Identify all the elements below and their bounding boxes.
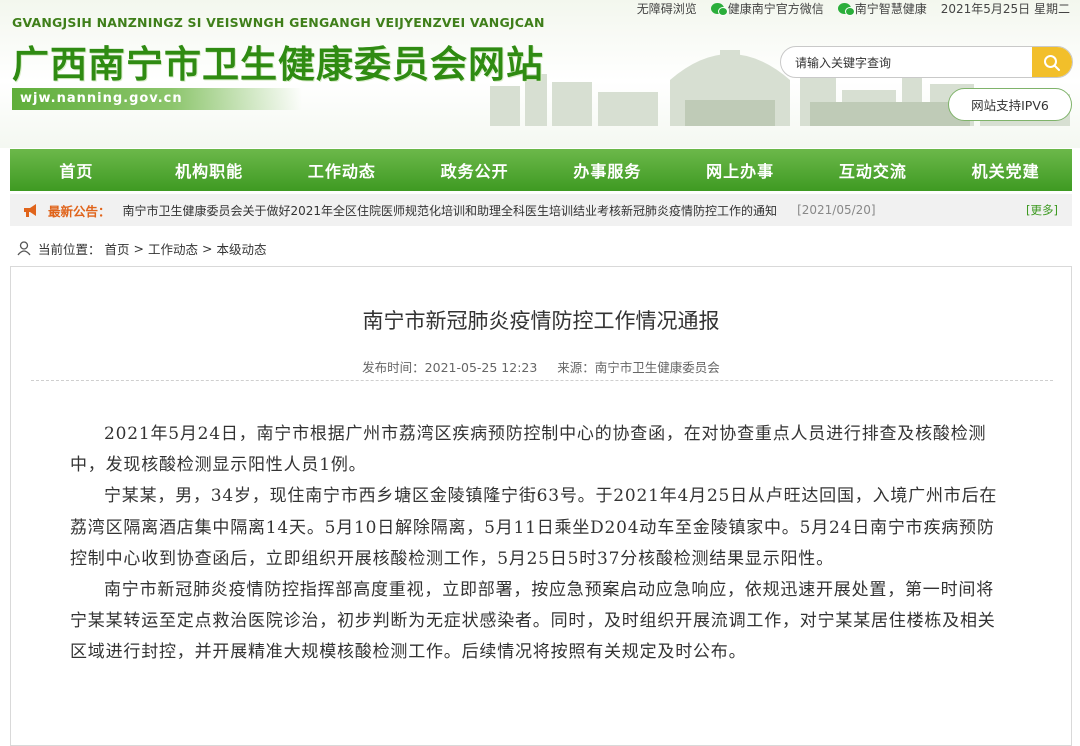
- site-logo-title[interactable]: 广西南宁市卫生健康委员会网站: [12, 34, 544, 88]
- nav-item-org-functions[interactable]: 机构职能: [143, 149, 276, 191]
- site-domain: wjw.nanning.gov.cn: [20, 91, 183, 106]
- nav-item-party-building[interactable]: 机关党建: [939, 149, 1072, 191]
- article-paragraph: 宁某某，男，34岁，现住南宁市西乡塘区金陵镇隆宁街63号。于2021年4月25日…: [70, 486, 998, 569]
- nav-item-home[interactable]: 首页: [10, 149, 143, 191]
- wechat-icon: [837, 2, 855, 16]
- breadcrumb: 当前位置： 首页 > 工作动态 > 本级动态: [16, 238, 271, 258]
- notice-bar: 最新公告： 南宁市卫生健康委员会关于做好2021年全区住院医师规范化培训和助理全…: [10, 194, 1072, 226]
- wechat-smart-label: 南宁智慧健康: [854, 1, 927, 16]
- article-title: 南宁市新冠肺炎疫情防控工作情况通报: [362, 309, 720, 333]
- publish-time: 发布时间：2021-05-25 12:23: [362, 360, 538, 375]
- user-location-icon: [17, 241, 31, 256]
- notice-label: 最新公告：: [48, 203, 111, 219]
- breadcrumb-home[interactable]: 首页: [105, 239, 130, 258]
- search-box: [780, 46, 1073, 78]
- article-body: 2021年5月24日，南宁市根据广州市荔湾区疾病预防控制中心的协查函，在对协查重…: [70, 419, 1010, 669]
- nav-item-gov-affairs[interactable]: 政务公开: [408, 149, 541, 191]
- site-header: 无障碍浏览 健康南宁官方微信 南宁智慧健康 2021年5月25日 星期二 GVA…: [0, 0, 1080, 148]
- article-meta: 发布时间：2021-05-25 12:23 来源：南宁市卫生健康委员会: [11, 357, 1071, 376]
- accessibility-link[interactable]: 无障碍浏览: [637, 0, 697, 17]
- divider: [31, 380, 1053, 381]
- breadcrumb-separator: >: [202, 240, 213, 256]
- search-icon: [1044, 54, 1060, 71]
- ipv6-badge[interactable]: 网站支持IPV6: [948, 88, 1072, 121]
- breadcrumb-separator: >: [133, 240, 145, 256]
- main-nav: 首页 机构职能 工作动态 政务公开 办事服务 网上办事 互动交流 机关党建: [10, 149, 1072, 191]
- article-paragraph: 南宁市新冠肺炎疫情防控指挥部高度重视，立即部署，按应急预案启动应急响应，依规迅速…: [70, 580, 996, 663]
- site-name-pinyin: GVANGJSIH NANZNINGZ SI VEISWNGH GENGANGH…: [12, 15, 545, 30]
- article-source: 来源：南宁市卫生健康委员会: [557, 360, 720, 375]
- notice-link[interactable]: 南宁市卫生健康委员会关于做好2021年全区住院医师规范化培训和助理全科医生培训结…: [123, 202, 778, 219]
- notice-date: [2021/05/20]: [797, 203, 876, 217]
- notice-more-link[interactable]: [更多]: [1026, 202, 1058, 218]
- wechat-official-link[interactable]: 健康南宁官方微信: [710, 0, 824, 17]
- breadcrumb-current[interactable]: 本级动态: [217, 239, 267, 258]
- megaphone-icon: [24, 204, 36, 217]
- current-date: 2021年5月25日 星期二: [940, 1, 1070, 16]
- site-domain-banner: wjw.nanning.gov.cn: [12, 88, 302, 110]
- article-paragraph: 2021年5月24日，南宁市根据广州市荔湾区疾病预防控制中心的协查函，在对协查重…: [70, 424, 987, 476]
- breadcrumb-work-news[interactable]: 工作动态: [148, 239, 198, 258]
- nav-item-online-services[interactable]: 网上办事: [674, 149, 807, 191]
- wechat-smart-link[interactable]: 南宁智慧健康: [837, 0, 927, 17]
- top-utility-bar: 无障碍浏览 健康南宁官方微信 南宁智慧健康 2021年5月25日 星期二: [637, 0, 1070, 16]
- search-input[interactable]: [793, 53, 1027, 73]
- article-container: 南宁市新冠肺炎疫情防控工作情况通报 发布时间：2021-05-25 12:23 …: [10, 266, 1072, 746]
- breadcrumb-prefix: 当前位置：: [38, 241, 101, 257]
- nav-item-work-news[interactable]: 工作动态: [276, 149, 409, 191]
- nav-item-services[interactable]: 办事服务: [541, 149, 674, 191]
- wechat-official-label: 健康南宁官方微信: [727, 1, 824, 16]
- nav-item-interaction[interactable]: 互动交流: [807, 149, 940, 191]
- search-button[interactable]: [1032, 47, 1072, 77]
- wechat-icon: [710, 2, 728, 16]
